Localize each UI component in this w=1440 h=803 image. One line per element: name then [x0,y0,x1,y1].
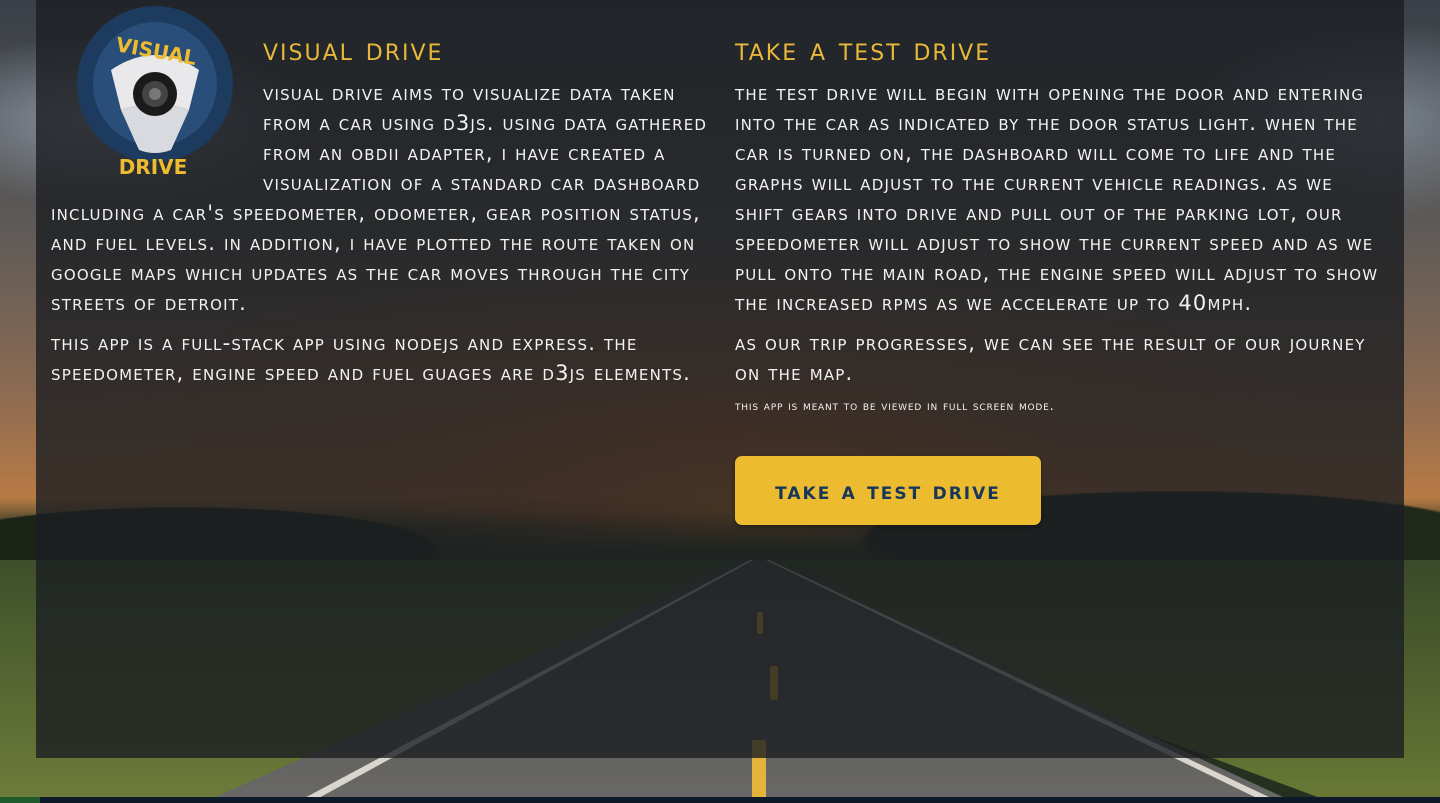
bottom-strip [0,797,1440,803]
full-screen-note: This app is meant to be viewed in full s… [735,399,1055,414]
test-drive-title: Take a Test Drive [735,32,992,68]
test-drive-section: Take a Test Drive The test drive will be… [735,28,1385,525]
test-drive-paragraph-1: The test drive will begin with opening t… [735,81,1379,315]
visual-drive-logo: VISUAL DRIVE [71,0,239,182]
intro-section: VISUAL DRIVE Visual Drive Visual Drive a… [51,6,721,398]
intro-paragraph-2: This app is a full-stack app using NodeJ… [51,331,691,385]
logo-bottom-text: DRIVE [119,155,188,179]
steering-wheel-icon: VISUAL DRIVE [77,6,233,179]
take-test-drive-button[interactable]: Take a Test Drive [735,456,1041,525]
test-drive-paragraph-2: As our trip progresses, we can see the r… [735,331,1366,385]
